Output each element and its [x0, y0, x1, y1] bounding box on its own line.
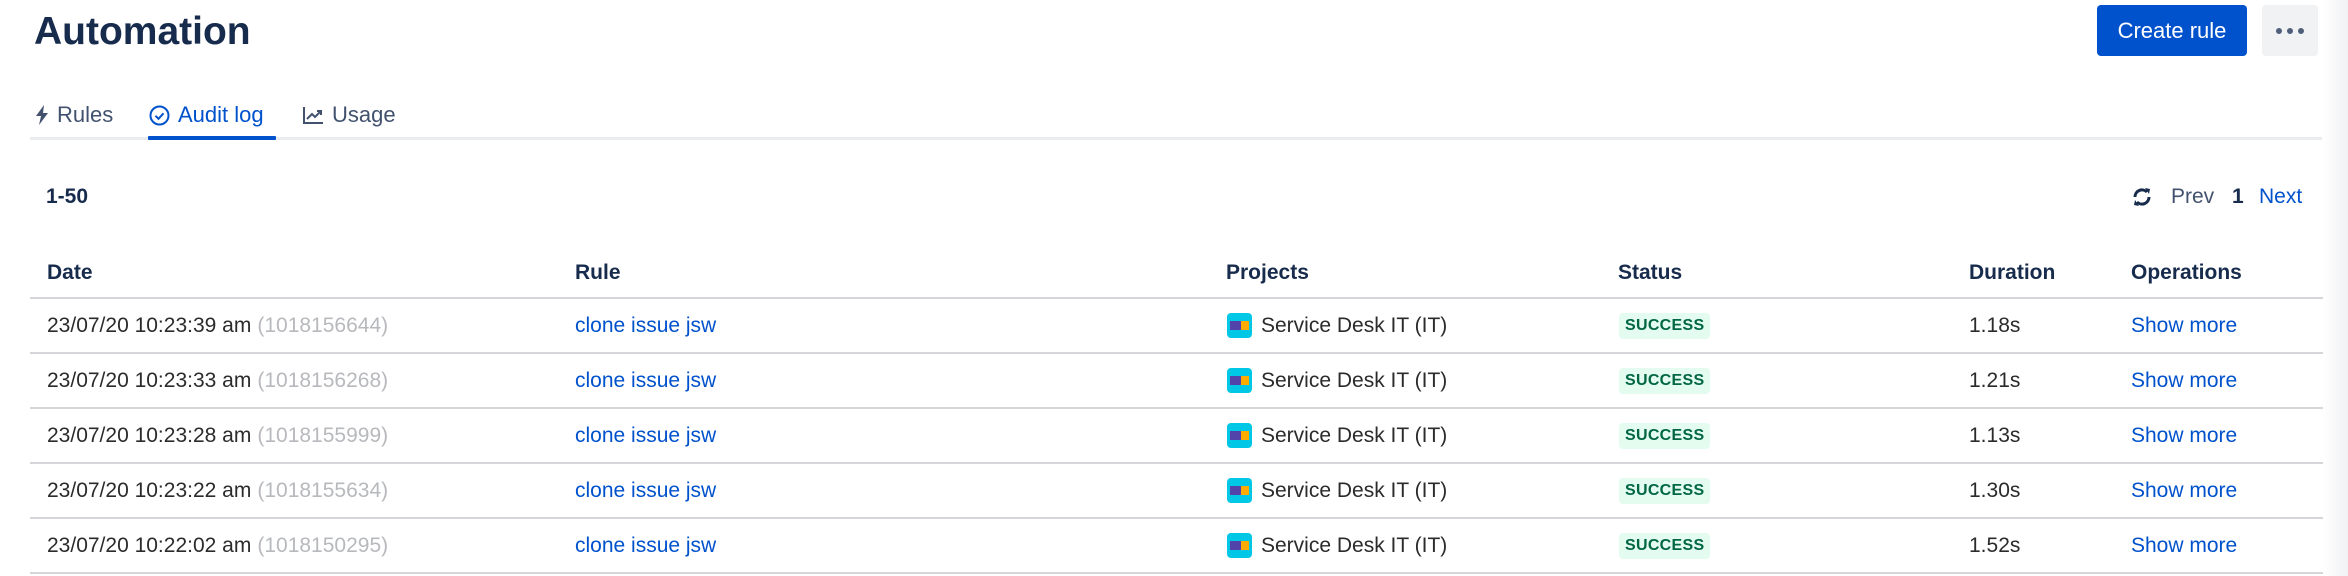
column-header-duration: Duration	[1969, 261, 2056, 284]
project-avatar-icon	[1227, 533, 1252, 558]
rule-link[interactable]: clone issue jsw	[575, 314, 716, 338]
duration-text: 1.13s	[1969, 423, 2021, 447]
show-more-link[interactable]: Show more	[2131, 369, 2237, 393]
rule-link[interactable]: clone issue jsw	[575, 534, 716, 558]
date-cell: 23/07/20 10:23:28 am (1018155999)	[47, 409, 388, 462]
date-text: 23/07/20 10:23:22 am	[47, 478, 252, 502]
show-more-link[interactable]: Show more	[2131, 424, 2237, 448]
column-header-status: Status	[1618, 261, 1683, 284]
duration-text: 1.21s	[1969, 368, 2021, 392]
table-row: 23/07/20 10:23:39 am (1018156644) clone is…	[30, 299, 2323, 354]
more-dot-icon	[2298, 27, 2304, 34]
project-name: Service Desk IT (IT)	[1261, 478, 1448, 502]
current-page: 1	[2232, 185, 2244, 208]
project-cell: Service Desk IT (IT)	[1227, 354, 1447, 407]
project-cell: Service Desk IT (IT)	[1227, 464, 1447, 517]
status-badge: SUCCESS	[1619, 532, 1711, 559]
column-header-projects: Projects	[1226, 261, 1309, 284]
date-text: 23/07/20 10:22:02 am	[47, 533, 252, 557]
column-header-rule: Rule	[575, 261, 621, 284]
lightning-icon	[36, 105, 48, 125]
status-badge: SUCCESS	[1619, 367, 1711, 394]
table-row: 23/07/20 10:23:22 am (1018155634) clone is…	[30, 464, 2323, 519]
duration-text: 1.30s	[1969, 478, 2021, 502]
page-title: Automation	[34, 10, 251, 53]
tab-label: Usage	[332, 102, 396, 127]
tab-label: Audit log	[178, 102, 264, 127]
more-actions-button[interactable]	[2262, 5, 2318, 56]
execution-id: (1018155999)	[257, 423, 389, 447]
execution-id: (1018156644)	[257, 313, 389, 337]
tab-audit-log[interactable]: Audit log	[149, 100, 264, 130]
show-more-link[interactable]: Show more	[2131, 534, 2237, 558]
project-cell: Service Desk IT (IT)	[1227, 519, 1447, 572]
refresh-icon[interactable]	[2131, 186, 2153, 208]
status-badge: SUCCESS	[1619, 477, 1711, 504]
date-cell: 23/07/20 10:23:39 am (1018156644)	[47, 299, 388, 352]
rule-link[interactable]: clone issue jsw	[575, 424, 716, 448]
duration-text: 1.18s	[1969, 313, 2021, 337]
active-tab-indicator	[148, 136, 276, 140]
more-dot-icon	[2287, 27, 2293, 34]
execution-id: (1018155634)	[257, 478, 389, 502]
rule-link[interactable]: clone issue jsw	[575, 479, 716, 503]
execution-id: (1018150295)	[257, 533, 389, 557]
tab-usage[interactable]: Usage	[303, 100, 396, 130]
date-text: 23/07/20 10:23:33 am	[47, 368, 252, 392]
date-cell: 23/07/20 10:23:22 am (1018155634)	[47, 464, 388, 517]
table-row: 23/07/20 10:23:33 am (1018156268) clone is…	[30, 354, 2323, 409]
duration-text: 1.52s	[1969, 533, 2021, 557]
column-header-date: Date	[47, 261, 93, 284]
page-edge-shadow	[2322, 0, 2348, 576]
check-circle-icon	[149, 105, 170, 125]
date-text: 23/07/20 10:23:39 am	[47, 313, 252, 337]
next-page-button[interactable]: Next	[2259, 184, 2302, 210]
result-range: 1-50	[46, 185, 89, 208]
project-cell: Service Desk IT (IT)	[1227, 299, 1447, 352]
create-rule-button[interactable]: Create rule	[2097, 5, 2247, 56]
table-row: 23/07/20 10:23:28 am (1018155999) clone is…	[30, 409, 2323, 464]
project-name: Service Desk IT (IT)	[1261, 533, 1448, 557]
date-text: 23/07/20 10:23:28 am	[47, 423, 252, 447]
project-avatar-icon	[1227, 423, 1252, 448]
show-more-link[interactable]: Show more	[2131, 479, 2237, 503]
status-badge: SUCCESS	[1619, 312, 1711, 339]
date-cell: 23/07/20 10:23:33 am (1018156268)	[47, 354, 388, 407]
tab-rules[interactable]: Rules	[35, 100, 113, 130]
project-avatar-icon	[1227, 313, 1252, 338]
date-cell: 23/07/20 10:22:02 am (1018150295)	[47, 519, 388, 572]
tabs-divider	[30, 137, 2322, 140]
chart-icon	[303, 107, 323, 124]
project-name: Service Desk IT (IT)	[1261, 423, 1448, 447]
rule-link[interactable]: clone issue jsw	[575, 369, 716, 393]
more-dot-icon	[2276, 27, 2282, 34]
project-cell: Service Desk IT (IT)	[1227, 409, 1447, 462]
show-more-link[interactable]: Show more	[2131, 314, 2237, 338]
table-row: 23/07/20 10:22:02 am (1018150295) clone is…	[30, 519, 2323, 574]
project-name: Service Desk IT (IT)	[1261, 313, 1448, 337]
project-name: Service Desk IT (IT)	[1261, 368, 1448, 392]
project-avatar-icon	[1227, 478, 1252, 503]
execution-id: (1018156268)	[257, 368, 389, 392]
status-badge: SUCCESS	[1619, 422, 1711, 449]
tab-label: Rules	[57, 102, 114, 127]
prev-page-button[interactable]: Prev	[2171, 184, 2214, 210]
column-header-operations: Operations	[2131, 261, 2242, 284]
project-avatar-icon	[1227, 368, 1252, 393]
